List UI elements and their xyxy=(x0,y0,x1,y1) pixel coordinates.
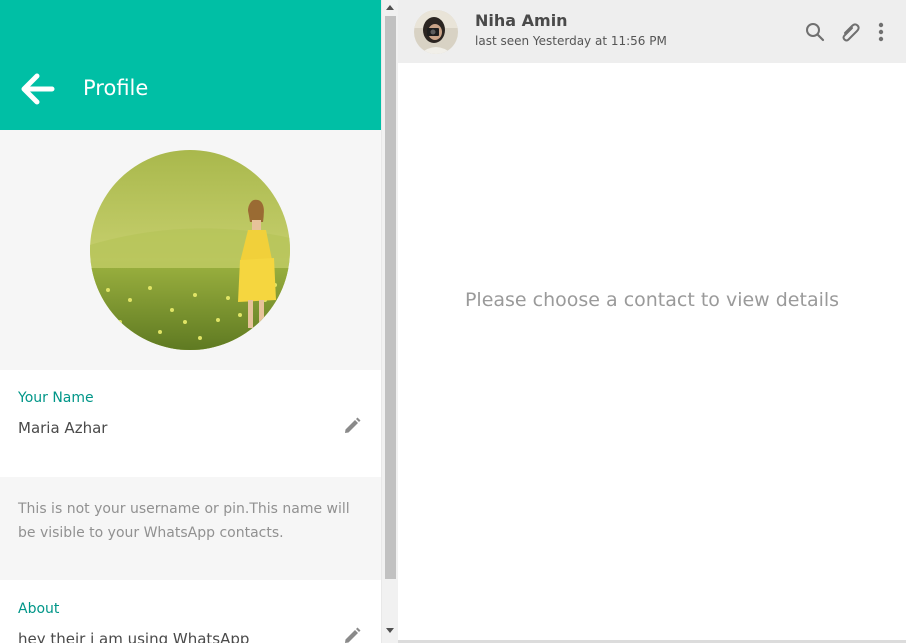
profile-photo[interactable] xyxy=(90,150,290,350)
profile-header: Profile xyxy=(0,0,381,130)
back-button[interactable] xyxy=(20,72,56,106)
name-hint: This is not your username or pin.This na… xyxy=(18,501,350,541)
paperclip-icon xyxy=(842,23,860,42)
contact-avatar[interactable] xyxy=(414,10,458,54)
profile-scrollbar[interactable] xyxy=(381,0,398,643)
profile-photo-section xyxy=(0,130,381,370)
scroll-thumb[interactable] xyxy=(385,16,396,579)
about-value: hey their i am using WhatsApp xyxy=(18,630,250,643)
edit-about-button[interactable] xyxy=(342,626,362,643)
name-section: Your Name Maria Azhar xyxy=(0,370,381,477)
profile-title: Profile xyxy=(83,76,149,100)
scroll-up-arrow-icon[interactable] xyxy=(386,5,394,10)
profile-panel: Profile Your Name Maria Azhar This is no… xyxy=(0,0,381,643)
chat-panel: Niha Amin last seen Yesterday at 11:56 P… xyxy=(398,0,906,643)
pencil-icon xyxy=(345,627,361,643)
contact-name[interactable]: Niha Amin xyxy=(475,11,568,30)
empty-state-message: Please choose a contact to view details xyxy=(464,289,840,311)
name-hint-section: This is not your username or pin.This na… xyxy=(0,477,381,580)
more-vertical-icon xyxy=(878,22,884,42)
about-label: About xyxy=(18,601,60,617)
edit-name-button[interactable] xyxy=(342,416,362,436)
about-section: About hey their i am using WhatsApp xyxy=(0,580,381,643)
name-value: Maria Azhar xyxy=(18,419,108,437)
search-icon xyxy=(806,23,825,42)
app-window: Profile Your Name Maria Azhar This is no… xyxy=(0,0,906,643)
chat-header: Niha Amin last seen Yesterday at 11:56 P… xyxy=(398,0,906,63)
name-label: Your Name xyxy=(18,390,94,406)
pencil-icon xyxy=(345,417,361,433)
search-button[interactable] xyxy=(804,21,826,43)
menu-button[interactable] xyxy=(870,21,892,43)
contact-last-seen: last seen Yesterday at 11:56 PM xyxy=(475,34,667,48)
arrow-left-icon xyxy=(21,73,55,105)
attach-button[interactable] xyxy=(839,21,861,43)
scroll-down-arrow-icon[interactable] xyxy=(386,628,394,633)
